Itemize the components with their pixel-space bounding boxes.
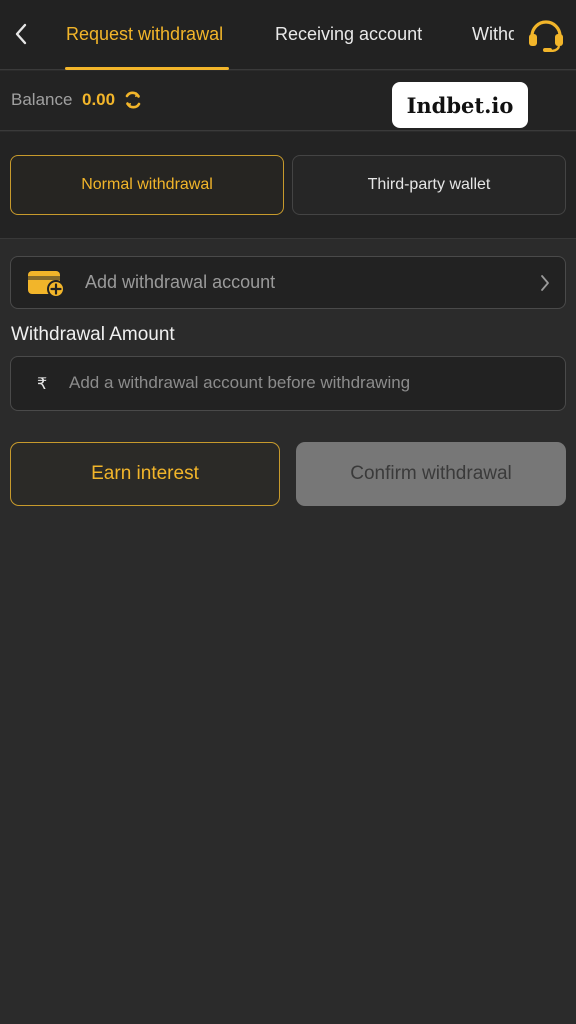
third-party-wallet-button[interactable]: Third-party wallet [292,155,566,215]
back-button[interactable] [8,18,34,50]
support-button[interactable] [526,16,566,53]
confirm-withdrawal-button[interactable]: Confirm withdrawal [296,442,566,506]
earn-interest-button[interactable]: Earn interest [10,442,280,506]
chevron-right-icon [541,275,549,291]
balance-value: 0.00 [82,90,116,109]
wallet-add-icon [28,271,65,297]
withdrawal-method-selector: Normal withdrawal Third-party wallet [0,132,576,239]
active-tab-indicator [65,67,229,70]
top-nav-bar: Request withdrawal Receiving account Wit… [0,0,576,70]
add-withdrawal-account-row[interactable]: Add withdrawal account [10,256,566,309]
brand-logo: Indbet.io [392,82,528,128]
withdrawal-amount-title: Withdrawal Amount [11,324,175,345]
tab-receiving-account[interactable]: Receiving account [275,22,422,46]
withdrawal-amount-field: ₹ [10,356,566,411]
tab-request-withdrawal[interactable]: Request withdrawal [66,22,223,46]
refresh-icon[interactable] [123,90,143,110]
chevron-left-icon [15,23,27,45]
withdrawal-amount-input[interactable] [69,365,549,401]
normal-withdrawal-button[interactable]: Normal withdrawal [10,155,284,215]
add-withdrawal-account-label: Add withdrawal account [85,272,276,292]
headset-icon [529,20,563,53]
rupee-icon: ₹ [37,376,48,393]
balance-label: Balance [11,90,73,109]
tab-withdrawal-history[interactable]: Withdrawal history [472,22,514,48]
tab-withdrawal-history-label: Withdrawal history [472,24,514,44]
